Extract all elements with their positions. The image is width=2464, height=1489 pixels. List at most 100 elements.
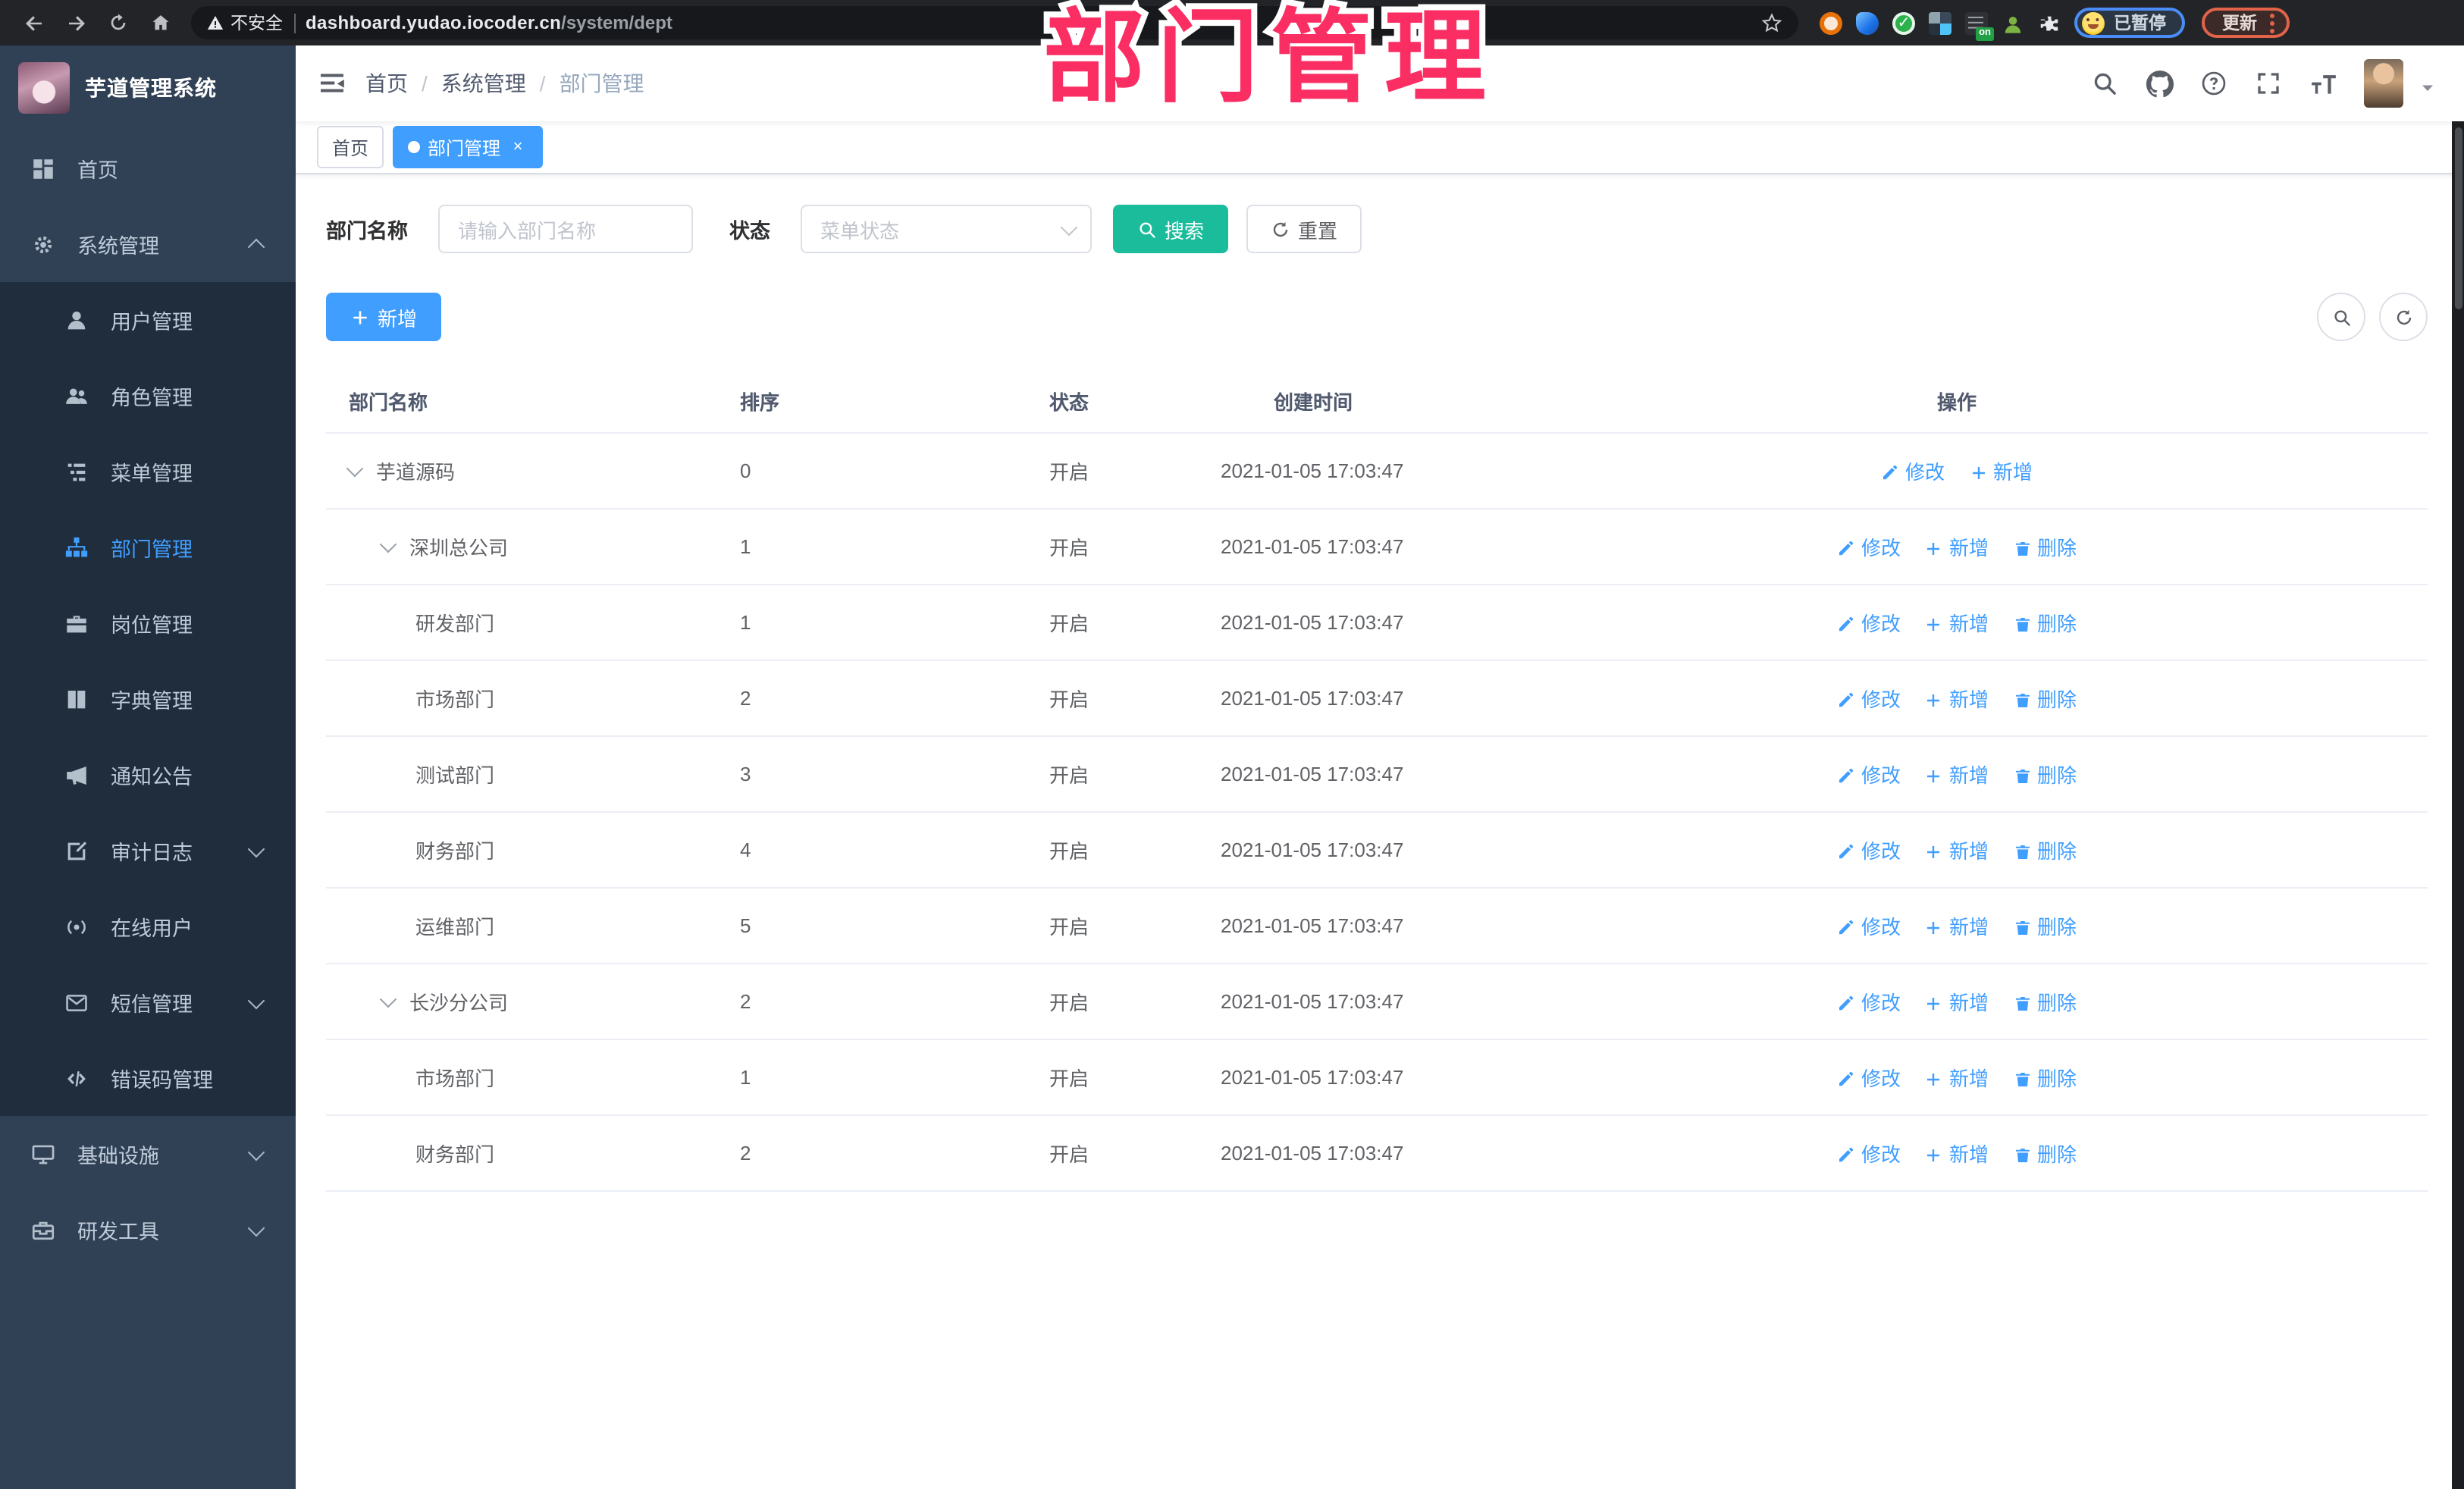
help-icon[interactable] bbox=[2200, 70, 2227, 97]
breadcrumb-item[interactable]: 首页 bbox=[365, 68, 408, 99]
extension-icon-green-check[interactable]: ✓ bbox=[1892, 11, 1915, 34]
sidebar-item-menu[interactable]: 菜单管理 bbox=[0, 434, 296, 509]
table-row: 研发部门 1 开启 2021-01-05 17:03:47 修改 新增 删除 bbox=[326, 585, 2428, 661]
edit-link[interactable]: 修改 bbox=[1837, 911, 1901, 940]
paused-label: 已暂停 bbox=[2114, 15, 2166, 33]
bookmark-star-icon[interactable] bbox=[1760, 11, 1783, 35]
add-link[interactable]: 新增 bbox=[1925, 1063, 1989, 1092]
delete-link[interactable]: 删除 bbox=[2013, 835, 2077, 864]
tab-item[interactable]: 首页 bbox=[317, 126, 384, 168]
status-select[interactable]: 菜单状态 bbox=[801, 205, 1092, 253]
omnibox-divider bbox=[293, 13, 295, 33]
delete-link[interactable]: 删除 bbox=[2013, 760, 2077, 788]
delete-link[interactable]: 删除 bbox=[2013, 1139, 2077, 1168]
sidebar-item-code[interactable]: 错误码管理 bbox=[0, 1040, 296, 1116]
sidebar-toggle-icon[interactable] bbox=[317, 68, 347, 99]
sidebar-item-megaphone[interactable]: 通知公告 bbox=[0, 737, 296, 813]
extension-icon-list[interactable]: on bbox=[1965, 11, 1994, 40]
edit-link[interactable]: 修改 bbox=[1837, 1139, 1901, 1168]
delete-link[interactable]: 删除 bbox=[2013, 608, 2077, 637]
add-link[interactable]: 新增 bbox=[1969, 456, 2033, 485]
tab-active[interactable]: 部门管理 × bbox=[393, 126, 544, 168]
extensions-puzzle-icon[interactable] bbox=[2038, 11, 2061, 34]
edit-link[interactable]: 修改 bbox=[1837, 1063, 1901, 1092]
expand-arrow-icon[interactable] bbox=[379, 535, 397, 553]
fullscreen-icon[interactable] bbox=[2255, 70, 2282, 97]
user-avatar[interactable] bbox=[2364, 59, 2403, 108]
sidebar-item-users[interactable]: 角色管理 bbox=[0, 358, 296, 434]
reload-icon[interactable] bbox=[103, 8, 133, 38]
dept-name: 运维部门 bbox=[415, 916, 495, 939]
expand-arrow-icon[interactable] bbox=[379, 990, 397, 1008]
search-button[interactable]: 搜索 bbox=[1113, 205, 1229, 253]
reset-button[interactable]: 重置 bbox=[1246, 205, 1362, 253]
sidebar-item-monitor[interactable]: 基础设施 bbox=[0, 1116, 296, 1192]
add-button[interactable]: 新增 bbox=[326, 293, 442, 341]
sidebar-item-message[interactable]: 短信管理 bbox=[0, 964, 296, 1040]
plus-icon bbox=[1969, 459, 1987, 482]
sidebar-item-dashboard[interactable]: 首页 bbox=[0, 130, 296, 206]
header-search-icon[interactable] bbox=[2091, 70, 2118, 97]
extension-icon-orange[interactable] bbox=[1820, 11, 1842, 34]
dept-name-input[interactable]: 请输入部门名称 bbox=[438, 205, 693, 253]
created-time-cell: 2021-01-05 17:03:47 bbox=[1221, 611, 1404, 634]
breadcrumb-item[interactable]: 系统管理 bbox=[441, 68, 526, 99]
github-icon[interactable] bbox=[2146, 70, 2173, 97]
browser-update-button[interactable]: 更新 bbox=[2201, 8, 2289, 38]
edit-link[interactable]: 修改 bbox=[1837, 835, 1901, 864]
delete-link[interactable]: 删除 bbox=[2013, 684, 2077, 713]
edit-link[interactable]: 修改 bbox=[1837, 987, 1901, 1016]
add-link[interactable]: 新增 bbox=[1925, 987, 1989, 1016]
delete-link[interactable]: 删除 bbox=[2013, 987, 2077, 1016]
edit-link[interactable]: 修改 bbox=[1837, 608, 1901, 637]
add-link[interactable]: 新增 bbox=[1925, 760, 1989, 788]
page-scrollbar[interactable] bbox=[2452, 121, 2464, 1489]
delete-label: 删除 bbox=[2037, 688, 2077, 711]
delete-link[interactable]: 删除 bbox=[2013, 911, 2077, 940]
delete-link[interactable]: 删除 bbox=[2013, 532, 2077, 561]
sidebar-item-edit[interactable]: 审计日志 bbox=[0, 813, 296, 889]
edit-link[interactable]: 修改 bbox=[1837, 760, 1901, 788]
sidebar-item-online[interactable]: 在线用户 bbox=[0, 889, 296, 964]
avatar-caret-down-icon[interactable] bbox=[2419, 74, 2437, 92]
close-icon[interactable]: × bbox=[508, 137, 528, 157]
emoji-avatar-icon bbox=[2082, 11, 2105, 34]
expand-arrow-icon[interactable] bbox=[346, 459, 364, 478]
browser-menu-icon[interactable] bbox=[2269, 13, 2274, 33]
sidebar-item-book[interactable]: 字典管理 bbox=[0, 661, 296, 737]
extension-icon-grid[interactable] bbox=[1929, 11, 1951, 34]
sidebar-item-briefcase[interactable]: 岗位管理 bbox=[0, 585, 296, 661]
back-icon[interactable] bbox=[18, 8, 49, 38]
edit-link[interactable]: 修改 bbox=[1837, 684, 1901, 713]
font-size-icon[interactable] bbox=[2309, 70, 2337, 97]
trash-icon bbox=[2013, 839, 2031, 861]
edit-link[interactable]: 修改 bbox=[1837, 532, 1901, 561]
extension-icon-blue-gem[interactable] bbox=[1856, 11, 1879, 34]
edit-link[interactable]: 修改 bbox=[1881, 456, 1945, 485]
extensions-area: ✓ on 已暂停 更新 bbox=[1820, 8, 2464, 40]
add-link[interactable]: 新增 bbox=[1925, 911, 1989, 940]
dept-name: 测试部门 bbox=[415, 764, 495, 787]
tampermonkey-paused-badge[interactable]: 已暂停 bbox=[2074, 8, 2184, 38]
delete-link[interactable]: 删除 bbox=[2013, 1063, 2077, 1092]
gear-icon bbox=[30, 231, 56, 257]
app-logo[interactable]: 芋道管理系统 bbox=[0, 45, 296, 130]
sidebar-item-tree[interactable]: 部门管理 bbox=[0, 509, 296, 585]
extension-icon-person[interactable] bbox=[2002, 11, 2024, 34]
add-link[interactable]: 新增 bbox=[1925, 1139, 1989, 1168]
sidebar-item-gear[interactable]: 系统管理 bbox=[0, 206, 296, 282]
forward-icon[interactable] bbox=[61, 8, 91, 38]
add-link[interactable]: 新增 bbox=[1925, 608, 1989, 637]
refresh-table-button[interactable] bbox=[2379, 293, 2428, 341]
sidebar-item-user[interactable]: 用户管理 bbox=[0, 282, 296, 358]
sidebar-item-toolbox[interactable]: 研发工具 bbox=[0, 1192, 296, 1268]
address-bar[interactable]: 不安全 dashboard.yudao.iocoder.cn/system/de… bbox=[191, 6, 1798, 39]
add-link[interactable]: 新增 bbox=[1925, 532, 1989, 561]
add-link[interactable]: 新增 bbox=[1925, 684, 1989, 713]
home-icon[interactable] bbox=[146, 8, 176, 38]
toggle-search-button[interactable] bbox=[2317, 293, 2365, 341]
add-label: 新增 bbox=[1948, 764, 1989, 787]
status-cell: 开启 bbox=[1049, 1143, 1089, 1166]
add-link[interactable]: 新增 bbox=[1925, 835, 1989, 864]
not-secure-warning[interactable]: 不安全 bbox=[206, 11, 283, 35]
